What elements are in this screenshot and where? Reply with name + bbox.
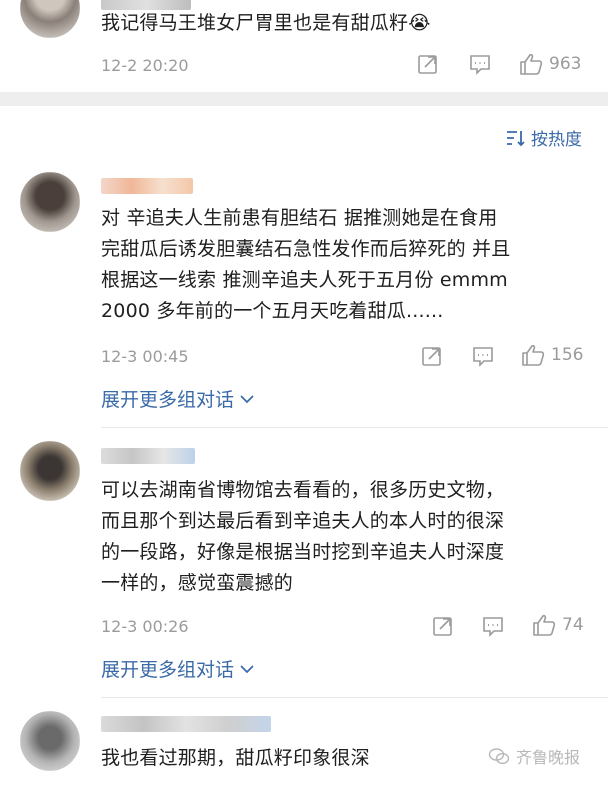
avatar[interactable] xyxy=(20,172,80,232)
like-count: 963 xyxy=(549,54,582,74)
sort-by-hot-button[interactable]: 按热度 xyxy=(505,125,582,150)
sort-label: 按热度 xyxy=(531,130,582,150)
username-blurred[interactable] xyxy=(101,716,271,732)
username-blurred[interactable] xyxy=(101,448,195,464)
avatar[interactable] xyxy=(20,441,80,501)
like-icon xyxy=(522,344,545,366)
comment-icon xyxy=(473,347,493,367)
comment-time: 12-3 00:26 xyxy=(101,617,189,636)
share-icon xyxy=(422,347,441,366)
comment-text: 可以去湖南省博物馆去看看的，很多历史文物， 而且那个到达最后看到辛追夫人的本人时… xyxy=(101,479,505,594)
comment-text: 我记得马王堆女尸胃里也是有甜瓜籽😭 xyxy=(101,12,431,34)
share-button[interactable] xyxy=(417,53,439,75)
share-button[interactable] xyxy=(421,345,443,367)
comment-icon xyxy=(483,617,503,637)
share-icon xyxy=(433,617,452,636)
section-separator xyxy=(0,92,608,106)
chevron-down-icon xyxy=(240,664,254,673)
comment-text: 对 辛追夫人生前患有胆结石 据推测她是在食用 完甜瓜后诱发胆囊结石急性发作而后猝… xyxy=(101,207,511,322)
comment-icon xyxy=(470,55,490,75)
comment-divider xyxy=(101,427,608,428)
comment-button[interactable] xyxy=(469,53,491,75)
like-button[interactable]: 74 xyxy=(532,614,584,636)
like-icon xyxy=(520,53,543,75)
share-button[interactable] xyxy=(432,615,454,637)
username-blurred[interactable] xyxy=(101,178,193,194)
sort-icon xyxy=(507,130,525,146)
expand-conversation-link[interactable]: 展开更多组对话 xyxy=(101,385,254,412)
watermark-text: 齐鲁晚报 xyxy=(515,748,580,767)
comment-text: 我也看过那期，甜瓜籽印象很深 xyxy=(101,747,370,769)
expand-label: 展开更多组对话 xyxy=(101,659,235,681)
chevron-down-icon xyxy=(240,394,254,403)
like-count: 74 xyxy=(562,615,584,635)
like-icon xyxy=(533,614,556,636)
comment-time: 12-3 00:45 xyxy=(101,347,189,366)
expand-label: 展开更多组对话 xyxy=(101,389,235,411)
avatar[interactable] xyxy=(20,0,80,38)
like-button[interactable]: 963 xyxy=(519,53,581,75)
like-count: 156 xyxy=(551,345,584,365)
comment-button[interactable] xyxy=(482,615,504,637)
comment-time: 12-2 20:20 xyxy=(101,56,189,75)
wechat-icon xyxy=(488,748,510,765)
comment-divider xyxy=(101,697,608,698)
source-watermark: 齐鲁晚报 xyxy=(488,744,580,768)
avatar[interactable] xyxy=(20,711,80,771)
comment-button[interactable] xyxy=(472,345,494,367)
expand-conversation-link[interactable]: 展开更多组对话 xyxy=(101,655,254,682)
like-button[interactable]: 156 xyxy=(521,344,583,366)
share-icon xyxy=(418,55,437,74)
